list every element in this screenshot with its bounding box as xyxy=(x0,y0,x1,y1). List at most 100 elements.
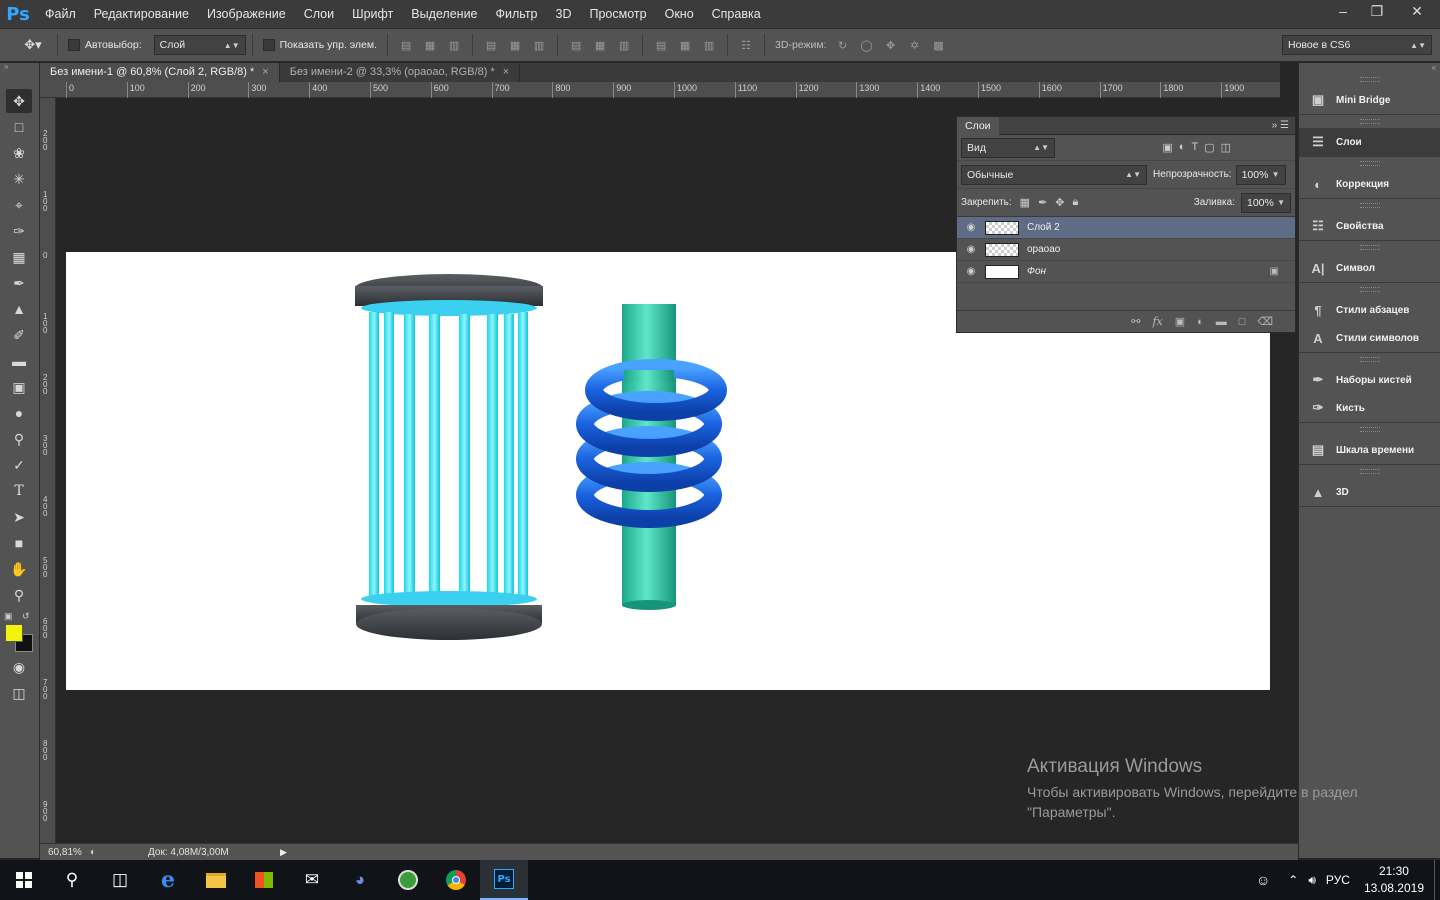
store-icon[interactable] xyxy=(240,860,288,900)
clock[interactable]: 21:30 13.08.2019 xyxy=(1364,863,1424,897)
align-left-icon[interactable]: ▤ xyxy=(482,37,500,53)
vertical-ruler[interactable]: 2 0 0 1 0 0 0 1 0 0 2 0 0 3 0 0 4 0 0 5 0 0 6 0 … xyxy=(40,98,56,843)
autoselect-dropdown[interactable]: Слой ▲▼ xyxy=(153,35,246,55)
dock-item-timeline[interactable]: ▤ Шкала времени xyxy=(1299,436,1440,464)
move-tool-icon[interactable]: ✥ xyxy=(6,89,32,113)
lock-pixels-icon[interactable]: ✒ xyxy=(1038,196,1047,209)
menu-window[interactable]: Окно xyxy=(656,0,703,28)
filter-pixel-icon[interactable]: ▣ xyxy=(1162,141,1172,154)
blur-tool-icon[interactable]: ● xyxy=(6,401,32,425)
tab-document-2[interactable]: Без имени-2 @ 33,3% (ораоао, RGB/8) * × xyxy=(280,63,521,82)
close-icon[interactable]: × xyxy=(262,66,268,78)
photoshop-taskbar-icon[interactable]: Ps xyxy=(480,860,528,900)
eraser-tool-icon[interactable]: ▬ xyxy=(6,349,32,373)
status-menu-arrow-icon[interactable]: ▶ xyxy=(280,847,287,858)
dock-grip[interactable] xyxy=(1299,353,1440,366)
menu-layers[interactable]: Слои xyxy=(295,0,343,28)
workspace-dropdown[interactable]: Новое в CS6 ▲▼ xyxy=(1282,35,1432,55)
lock-transparent-icon[interactable]: ▦ xyxy=(1020,196,1030,209)
show-controls-option[interactable]: Показать упр. элем. xyxy=(262,39,377,51)
show-controls-checkbox[interactable] xyxy=(262,39,275,51)
panel-menu-icon[interactable]: » ☰ xyxy=(1272,120,1295,131)
dock-item-brush[interactable]: ✑ Кисть xyxy=(1299,394,1440,422)
menu-help[interactable]: Справка xyxy=(703,0,770,28)
dock-grip[interactable] xyxy=(1299,465,1440,478)
dock-item-3d[interactable]: ▲ 3D xyxy=(1299,478,1440,506)
distribute-top-icon[interactable]: ▤ xyxy=(567,37,585,53)
menu-type[interactable]: Шрифт xyxy=(343,0,402,28)
filter-smart-icon[interactable]: ◫ xyxy=(1221,141,1231,154)
quick-mask-icon[interactable]: ◉ xyxy=(6,655,32,679)
align-vcenter-icon[interactable]: ▦ xyxy=(421,37,439,53)
distribute-hcenter-icon[interactable]: ▦ xyxy=(676,37,694,53)
status-info-icon[interactable]: ◐ xyxy=(90,847,110,858)
filter-adjustment-icon[interactable]: ◐ xyxy=(1179,141,1186,154)
stamp-tool-icon[interactable]: ▲ xyxy=(6,297,32,321)
pen-tool-icon[interactable]: ✓ xyxy=(6,453,32,477)
menu-edit[interactable]: Редактирование xyxy=(85,0,198,28)
hand-tool-icon[interactable]: ✋ xyxy=(6,557,32,581)
dock-grip[interactable] xyxy=(1299,241,1440,254)
minimize-icon[interactable]: – xyxy=(1326,0,1360,22)
3d-rotate-icon[interactable]: ↻ xyxy=(834,37,852,53)
filter-type-icon[interactable]: T xyxy=(1191,141,1198,154)
3d-roll-icon[interactable]: ◯ xyxy=(858,37,876,53)
3d-pan-icon[interactable]: ✥ xyxy=(882,37,900,53)
brush-tool-icon[interactable]: ✒ xyxy=(6,271,32,295)
task-view-icon[interactable]: ◫ xyxy=(96,860,144,900)
start-icon[interactable] xyxy=(0,860,48,900)
lasso-tool-icon[interactable]: ❀ xyxy=(6,141,32,165)
discord-icon[interactable]: ◕ xyxy=(336,860,384,900)
type-tool-icon[interactable]: T xyxy=(6,479,32,503)
path-select-tool-icon[interactable]: ➤ xyxy=(6,505,32,529)
tab-document-1[interactable]: Без имени-1 @ 60,8% (Слой 2, RGB/8) * × xyxy=(40,63,280,82)
dock-item-mini-bridge[interactable]: ▣ Mini Bridge xyxy=(1299,86,1440,114)
dodge-tool-icon[interactable]: ⚲ xyxy=(6,427,32,451)
healing-brush-tool-icon[interactable]: ▦ xyxy=(6,245,32,269)
opacity-field[interactable]: 100% ▼ xyxy=(1235,164,1286,185)
lock-position-icon[interactable]: ✥ xyxy=(1055,196,1064,209)
distribute-left-icon[interactable]: ▤ xyxy=(652,37,670,53)
3d-slide-icon[interactable]: ✡ xyxy=(906,37,924,53)
lock-all-icon[interactable]: 🔒︎ xyxy=(1073,196,1079,209)
rectangle-tool-icon[interactable]: ■ xyxy=(6,531,32,555)
chrome-icon[interactable] xyxy=(432,860,480,900)
trash-icon[interactable]: ⌫ xyxy=(1257,315,1273,328)
auto-align-icon[interactable]: ☷ xyxy=(737,37,755,53)
fx-icon[interactable]: fx xyxy=(1152,315,1162,328)
layer-row-sloy2[interactable]: ◉ Слой 2 xyxy=(957,217,1295,239)
menu-filter[interactable]: Фильтр xyxy=(487,0,547,28)
foreground-color-swatch[interactable] xyxy=(5,624,23,642)
eye-icon[interactable]: ◉ xyxy=(957,244,985,255)
align-top-icon[interactable]: ▤ xyxy=(397,37,415,53)
zoom-tool-icon[interactable]: ⚲ xyxy=(6,583,32,607)
panel-collapse-icon[interactable]: » xyxy=(0,63,39,71)
add-mask-icon[interactable]: ▣ xyxy=(1175,315,1185,328)
autoselect-option[interactable]: Автовыбор: xyxy=(68,39,142,51)
volume-icon[interactable]: 🔊︎ xyxy=(1308,873,1316,888)
menu-3d[interactable]: 3D xyxy=(547,0,581,28)
dock-grip[interactable] xyxy=(1299,115,1440,128)
dock-item-properties[interactable]: ☷ Свойства xyxy=(1299,212,1440,240)
screen-mode-icon[interactable]: ◫ xyxy=(6,681,32,705)
layer-row-background[interactable]: ◉ Фон ▣ xyxy=(957,261,1295,283)
dock-item-layers[interactable]: ☰ Слои xyxy=(1299,128,1440,156)
eyedropper-tool-icon[interactable]: ✑ xyxy=(6,219,32,243)
close-icon[interactable]: ✕ xyxy=(1394,0,1440,22)
layers-panel-title[interactable]: Слои xyxy=(957,116,999,135)
menu-image[interactable]: Изображение xyxy=(198,0,295,28)
dock-item-character[interactable]: A| Символ xyxy=(1299,254,1440,282)
marquee-tool-icon[interactable]: □ xyxy=(6,115,32,139)
history-brush-tool-icon[interactable]: ✐ xyxy=(6,323,32,347)
menu-select[interactable]: Выделение xyxy=(402,0,486,28)
filter-shape-icon[interactable]: ▢ xyxy=(1204,141,1214,154)
menu-view[interactable]: Просмотр xyxy=(581,0,656,28)
autoselect-checkbox[interactable] xyxy=(68,39,80,51)
dock-item-brush-presets[interactable]: ✒ Наборы кистей xyxy=(1299,366,1440,394)
link-layers-icon[interactable]: ⚯ xyxy=(1131,315,1140,328)
eye-icon[interactable]: ◉ xyxy=(957,222,985,233)
people-icon[interactable]: ☺ xyxy=(1256,872,1270,888)
menu-file[interactable]: Файл xyxy=(36,0,85,28)
show-desktop-button[interactable] xyxy=(1434,860,1440,900)
distribute-vcenter-icon[interactable]: ▦ xyxy=(591,37,609,53)
